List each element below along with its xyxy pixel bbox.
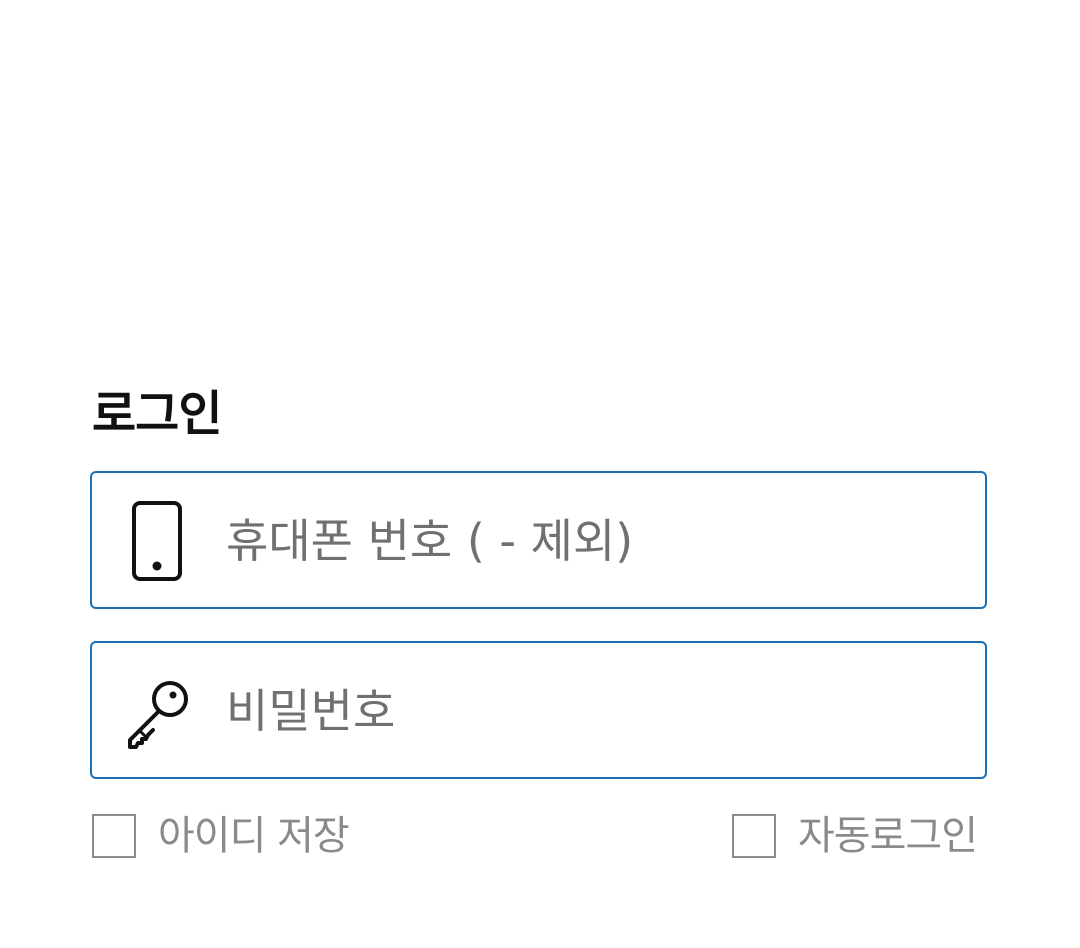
- login-page: 로그인 아이디 저장 자동로그인: [0, 0, 1080, 948]
- key-icon: [124, 671, 194, 751]
- phone-input[interactable]: [226, 493, 946, 589]
- save-id-option[interactable]: 아이디 저장: [92, 812, 350, 860]
- password-field[interactable]: [90, 641, 987, 779]
- save-id-checkbox[interactable]: [92, 814, 136, 858]
- save-id-label[interactable]: 아이디 저장: [158, 812, 350, 860]
- phone-field[interactable]: [90, 471, 987, 609]
- page-title: 로그인: [92, 386, 222, 442]
- smartphone-icon: [124, 501, 194, 581]
- password-input[interactable]: [226, 663, 946, 759]
- auto-login-label[interactable]: 자동로그인: [798, 812, 978, 860]
- auto-login-checkbox[interactable]: [732, 814, 776, 858]
- auto-login-option[interactable]: 자동로그인: [732, 812, 978, 860]
